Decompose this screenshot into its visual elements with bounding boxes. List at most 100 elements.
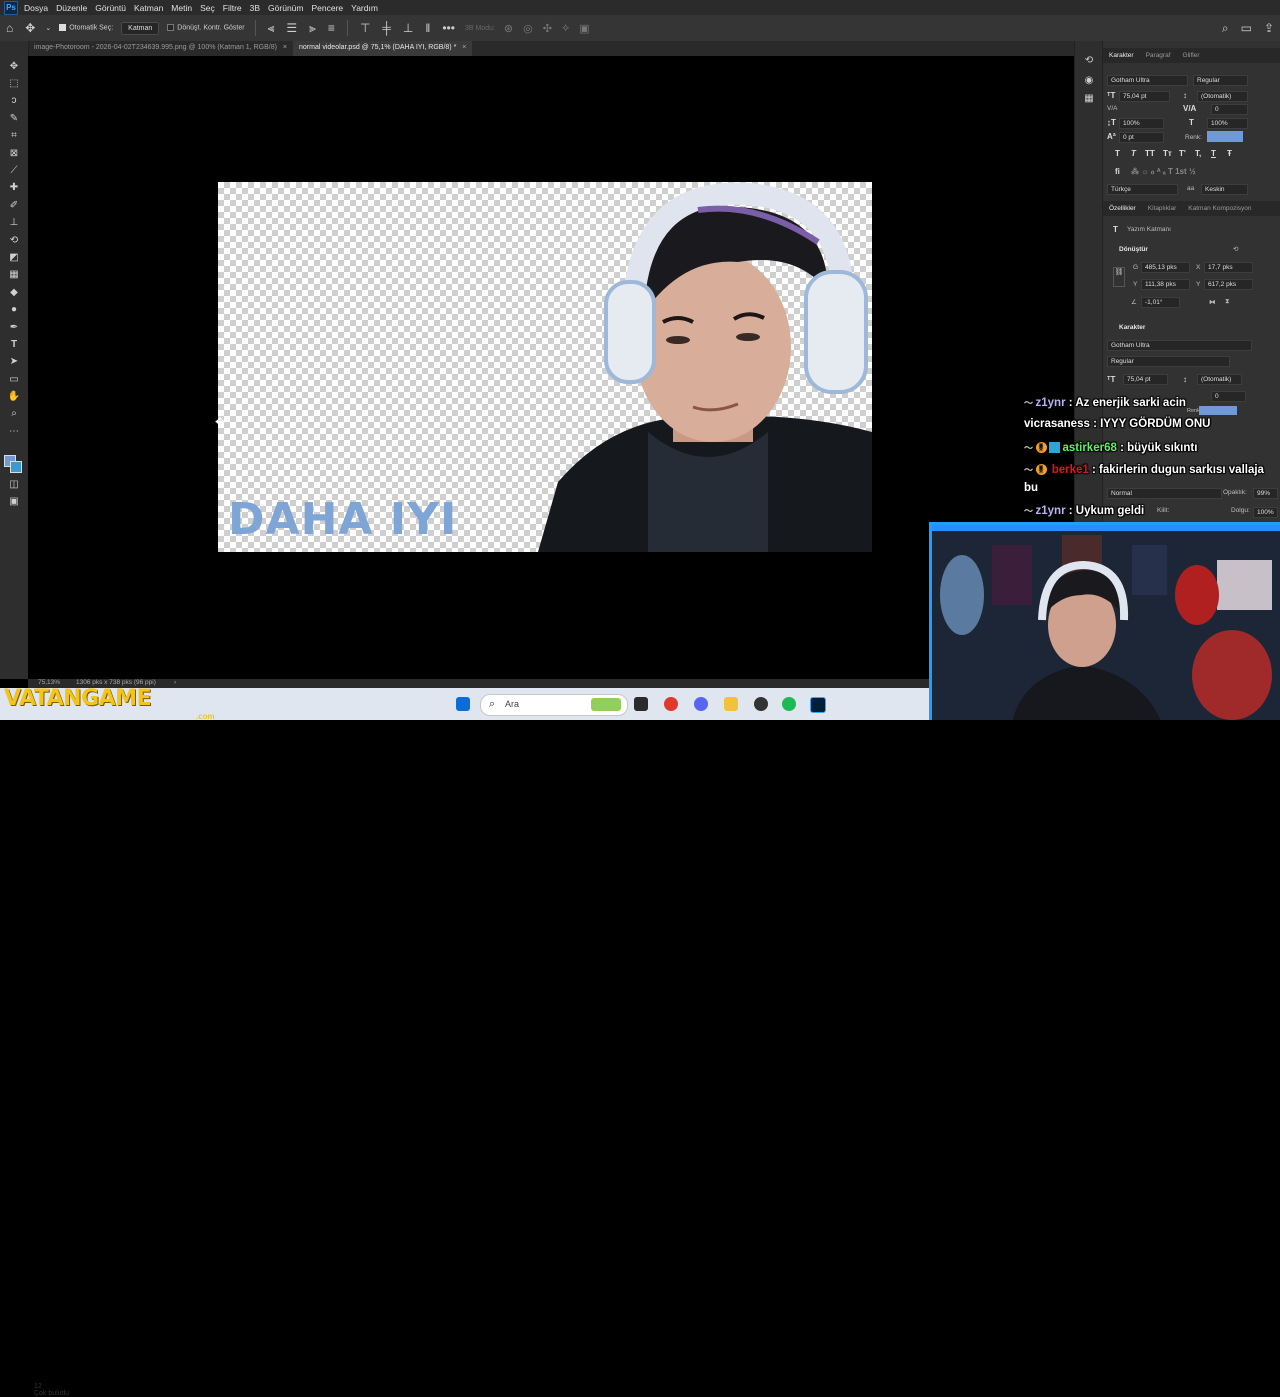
superscript-icon[interactable]: T'	[1179, 149, 1186, 158]
crop-tool-icon[interactable]: ⌗	[5, 129, 23, 143]
tab-glyphs[interactable]: Glifler	[1177, 52, 1206, 59]
distribute-vertical-icon[interactable]: ‖	[425, 21, 430, 35]
rectangle-tool-icon[interactable]: ▭	[5, 373, 23, 387]
faux-bold-icon[interactable]: T	[1115, 149, 1120, 158]
taskbar-search[interactable]: ⌕ Ara	[480, 694, 628, 716]
tab-normal-videolar[interactable]: normal videolar.psd @ 75,1% (DAHA IYI, R…	[293, 41, 473, 56]
antialias-select[interactable]: Keskin	[1201, 184, 1248, 195]
menu-help[interactable]: Yardım	[351, 3, 378, 13]
slide-icon[interactable]: ⟡	[562, 22, 569, 35]
layer-select-dropdown[interactable]: Katman	[121, 21, 160, 35]
spotify-icon[interactable]	[782, 697, 796, 711]
search-icon[interactable]: ⌕	[1222, 21, 1229, 36]
fill-field[interactable]: 100%	[1253, 507, 1278, 518]
task-view-icon[interactable]	[634, 697, 648, 711]
screen-mode-icon[interactable]: ▣	[5, 495, 23, 509]
link-icon[interactable]: ⛓	[1113, 267, 1125, 287]
align-right-icon[interactable]: ⫸	[309, 21, 316, 36]
eraser-tool-icon[interactable]: ◩	[5, 251, 23, 265]
dodge-tool-icon[interactable]: ●	[5, 303, 23, 317]
menu-edit[interactable]: Düzenle	[56, 3, 87, 13]
align-left-icon[interactable]: ⫷	[268, 21, 275, 36]
opentype-icon[interactable]: ⁂ ☼ ℴ ᴬ ₐ T 1st ½	[1131, 167, 1196, 176]
brush-tool-icon[interactable]: ✐	[5, 199, 23, 213]
more-tools-icon[interactable]: ⋯	[5, 425, 23, 439]
ligature-icon[interactable]: fi	[1115, 167, 1120, 176]
leading-field[interactable]: (Otomatik)	[1197, 91, 1248, 102]
canvas-text-layer[interactable]: DAHA IYI	[228, 494, 457, 545]
angle-field[interactable]: -1,01°	[1141, 297, 1180, 308]
tab-properties[interactable]: Özellikler	[1103, 205, 1142, 212]
path-select-tool-icon[interactable]: ➤	[5, 355, 23, 369]
camera-icon[interactable]: ▣	[579, 22, 589, 35]
type-tool-icon[interactable]: T	[5, 338, 23, 352]
y-field[interactable]: 617,2 pks	[1204, 279, 1253, 290]
properties-leading-field[interactable]: (Otomatik)	[1197, 374, 1242, 385]
small-caps-icon[interactable]: Tт	[1163, 149, 1172, 158]
horizontal-scale-field[interactable]: 100%	[1207, 118, 1248, 129]
properties-tracking-field[interactable]: 0	[1211, 391, 1246, 402]
photoshop-logo[interactable]: Ps	[4, 0, 18, 15]
tab-layer-comps[interactable]: Katman Kompozisyon	[1182, 205, 1257, 212]
pen-tool-icon[interactable]: ✒	[5, 321, 23, 335]
close-icon[interactable]: ×	[462, 44, 466, 51]
transform-controls-checkbox[interactable]: Dönüşt. Kontr. Göster	[167, 24, 245, 32]
menu-type[interactable]: Metin	[171, 3, 192, 13]
document-canvas[interactable]: DAHA IYI	[218, 182, 872, 552]
align-middle-icon[interactable]: ╪	[382, 21, 391, 35]
font-family-select[interactable]: Gotham Ultra	[1107, 75, 1188, 86]
text-color-swatch[interactable]	[1207, 131, 1243, 142]
workspace-icon[interactable]: ▭	[1241, 21, 1252, 35]
opacity-field[interactable]: 99%	[1253, 488, 1278, 499]
flip-horizontal-icon[interactable]: ⧓	[1209, 298, 1216, 306]
tab-paragraph[interactable]: Paragraf	[1140, 52, 1177, 59]
background-color-swatch[interactable]	[10, 461, 22, 473]
menu-filter[interactable]: Filtre	[223, 3, 242, 13]
close-icon[interactable]: ×	[283, 44, 287, 51]
auto-select-checkbox[interactable]: Otomatik Seç:	[59, 24, 113, 32]
height-field[interactable]: 111,38 pks	[1141, 279, 1190, 290]
vertical-scale-field[interactable]: 100%	[1119, 118, 1164, 129]
flip-vertical-icon[interactable]: ⧗	[1225, 298, 1230, 306]
share-icon[interactable]: ⇪	[1264, 21, 1274, 35]
blend-mode-select[interactable]: Normal	[1107, 488, 1222, 499]
blur-tool-icon[interactable]: ◆	[5, 286, 23, 300]
chevron-down-icon[interactable]: ⌄	[45, 24, 51, 32]
move-tool-icon[interactable]: ✥	[5, 60, 23, 74]
align-top-icon[interactable]: ⊤	[360, 21, 370, 35]
eyedropper-tool-icon[interactable]: ⟋	[5, 164, 23, 178]
menu-3d[interactable]: 3B	[250, 3, 260, 13]
baseline-field[interactable]: 0 pt	[1119, 132, 1164, 143]
strikethrough-icon[interactable]: Ŧ	[1227, 149, 1232, 158]
swatches-panel-icon[interactable]: ▦	[1082, 93, 1096, 107]
faux-italic-icon[interactable]: T	[1131, 149, 1136, 158]
menu-view[interactable]: Görünüm	[268, 3, 303, 13]
properties-size-field[interactable]: 75,04 pt	[1123, 374, 1168, 385]
distribute-icon[interactable]: ≡	[328, 21, 335, 35]
properties-color-swatch[interactable]	[1199, 406, 1237, 415]
weather-widget[interactable]: 12 Çok bulutlu	[34, 1383, 69, 1397]
menu-window[interactable]: Pencere	[311, 3, 343, 13]
properties-style-select[interactable]: Regular	[1107, 356, 1230, 367]
language-select[interactable]: Türkçe	[1107, 184, 1178, 195]
underline-icon[interactable]: T	[1211, 149, 1216, 158]
properties-font-select[interactable]: Gotham Ultra	[1107, 340, 1252, 351]
align-center-icon[interactable]: ☰	[286, 21, 297, 35]
color-panel-icon[interactable]: ◉	[1082, 75, 1096, 89]
healing-brush-tool-icon[interactable]: ✚	[5, 181, 23, 195]
tab-libraries[interactable]: Kitaplıklar	[1142, 205, 1183, 212]
width-field[interactable]: 485,13 pks	[1141, 262, 1190, 273]
reset-icon[interactable]: ⟲	[1233, 245, 1238, 253]
align-bottom-icon[interactable]: ⊥	[403, 21, 413, 35]
font-style-select[interactable]: Regular	[1193, 75, 1248, 86]
frame-tool-icon[interactable]: ⊠	[5, 147, 23, 161]
marquee-tool-icon[interactable]: ⬚	[5, 77, 23, 91]
menu-file[interactable]: Dosya	[24, 3, 48, 13]
zoom-level[interactable]: 75,13%	[38, 679, 60, 686]
menu-select[interactable]: Seç	[200, 3, 215, 13]
tab-character[interactable]: Karakter	[1103, 52, 1140, 59]
home-icon[interactable]: ⌂	[6, 21, 13, 35]
character-section-title[interactable]: Karakter	[1119, 324, 1145, 331]
quick-select-tool-icon[interactable]: ✎	[5, 112, 23, 126]
hand-tool-icon[interactable]: ✋	[5, 390, 23, 404]
